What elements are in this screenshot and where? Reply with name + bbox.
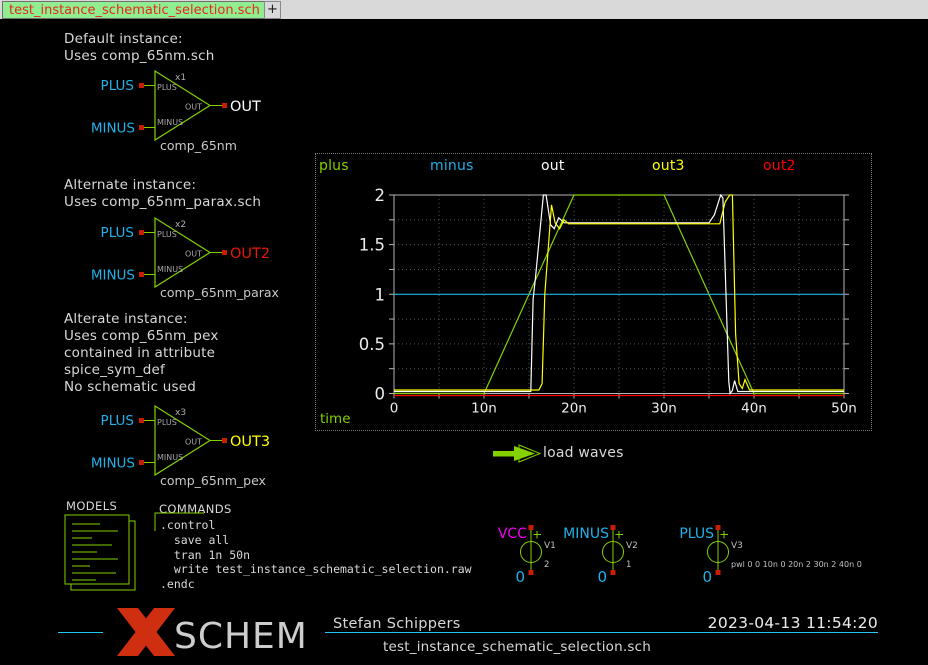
x-tick-label: 0 [390,401,399,417]
legend-item-out3: out3 [652,158,685,174]
doc-front-sheet [65,515,129,584]
tab-bar: test_instance_schematic_selection.sch + [0,0,928,19]
pin-square [139,272,144,277]
source-value-label: 1 [626,560,631,570]
title-block-line [58,632,103,633]
symbol-pin-label-out: OUT [185,103,202,112]
waveform-graph-widget[interactable]: 0 0.5 1 1.5 2 0 10n 20n 30n 40n 50n plus minus out ou… [315,153,872,431]
legend-item-out2: out2 [763,158,796,174]
net-label-minus: MINUS [91,456,135,472]
net-label-minus: MINUS [91,268,135,284]
xschem-window: test_instance_schematic_selection.sch + … [0,0,928,665]
comparator-symbol-x3[interactable]: PLUS MINUS x3 PLUS OUT MINUS OUT3 comp_6… [90,396,285,492]
pin-square [716,525,721,530]
x-tick-label: 10n [471,401,497,417]
instance-name-label: x1 [175,73,186,83]
launcher-arrow-icon[interactable] [492,444,542,464]
waveform-plot: 0 0.5 1 1.5 2 0 10n 20n 30n 40n 50n [316,154,872,430]
load-waves-launcher[interactable]: load waves [543,445,624,461]
pin-square [139,230,144,235]
pin-square [611,570,616,575]
pin-square [139,460,144,465]
xschem-logo-x-icon [112,604,182,662]
instance-1-description[interactable]: Default instance: Uses comp_65nm.sch [64,31,215,65]
spice-commands-text[interactable]: .control save all tran 1n 50n write test… [160,518,472,592]
arrow-tail [493,451,516,457]
symbol-pin-label-minus: MINUS [157,118,183,127]
pin-square [222,250,227,255]
source-net-label: PLUS [679,526,714,542]
gnd-net-label: 0 [515,568,525,586]
gnd-net-label: 0 [702,568,712,586]
voltage-source-v3[interactable]: PLUS V3 pwl 0 0 10n 0 20n 2 30n 2 40n 0 … [658,521,908,587]
source-value-label: 2 [544,560,549,570]
source-net-label: MINUS [563,526,609,542]
net-label-plus: PLUS [101,225,134,241]
symbol-pin-label-out: OUT [185,250,202,259]
y-tick-label: 0.5 [359,335,385,354]
pin-square [222,438,227,443]
symbol-pin-label-minus: MINUS [157,453,183,462]
source-ref-label: V3 [731,541,743,551]
pin-square [529,525,534,530]
symbol-pin-label-minus: MINUS [157,265,183,274]
arrow-head [514,446,535,461]
y-tick-label: 0 [375,385,386,404]
instance-name-label: x3 [175,408,186,418]
x-tick-label: 20n [561,401,587,417]
pin-square [139,125,144,130]
symbol-name-label: comp_65nm [160,138,237,153]
tab-current-schematic[interactable]: test_instance_schematic_selection.sch [2,1,267,19]
y-tick-label: 2 [375,186,386,205]
comparator-symbol-x2[interactable]: PLUS MINUS x2 PLUS OUT MINUS OUT2 comp_6… [90,208,285,304]
symbol-name-label: comp_65nm_pex [160,473,266,488]
symbol-pin-label-plus: PLUS [157,230,177,239]
pin-square [139,83,144,88]
y-tick-label: 1.5 [359,236,385,255]
legend-item-out: out [541,158,565,174]
instance-3-description[interactable]: Alterate instance: Uses comp_65nm_pex co… [64,311,219,396]
models-document-icon[interactable] [64,511,144,596]
x-tick-label: 30n [651,401,677,417]
comparator-symbol-x1[interactable]: PLUS MINUS x1 PLUS OUT MINUS OUT comp_65… [90,61,285,157]
symbol-pin-label-out: OUT [185,438,202,447]
pin-square [716,570,721,575]
net-label-minus: MINUS [91,121,135,137]
timestamp: 2023-04-13 11:54:20 [698,614,878,632]
net-label-out: OUT2 [230,246,270,262]
net-label-plus: PLUS [101,413,134,429]
author-name: Stefan Schippers [333,616,461,632]
xschem-logo-text: SCHEM [174,616,308,657]
y-tick-label: 1 [375,285,386,304]
pin-square [529,570,534,575]
x-tick-label: 40n [741,401,767,417]
symbol-pin-label-plus: PLUS [157,83,177,92]
gnd-net-label: 0 [597,568,607,586]
symbol-pin-label-plus: PLUS [157,418,177,427]
source-ref-label: V2 [626,541,638,551]
instance-name-label: x2 [175,220,186,230]
legend-item-plus: plus [319,158,349,174]
x-tick-label: 50n [831,401,857,417]
x-axis-title: time [320,411,351,427]
trace-out3 [394,195,844,390]
net-label-out: OUT3 [230,434,270,450]
source-value-label: pwl 0 0 10n 0 20n 2 30n 2 40n 0 [731,560,862,569]
legend-item-minus: minus [430,158,474,174]
title-block-line [325,632,878,633]
net-label-plus: PLUS [101,78,134,94]
new-tab-button[interactable]: + [264,1,281,19]
source-net-label: VCC [498,526,527,542]
plot-legend: plus minus out out3 out2 [316,154,872,174]
net-label-out: OUT [230,99,261,115]
instance-2-description[interactable]: Alternate instance: Uses comp_65nm_parax… [64,177,261,211]
symbol-name-label: comp_65nm_parax [160,285,279,300]
pin-square [139,418,144,423]
schematic-filename: test_instance_schematic_selection.sch [327,639,707,655]
pin-square [611,525,616,530]
pin-square [222,103,227,108]
